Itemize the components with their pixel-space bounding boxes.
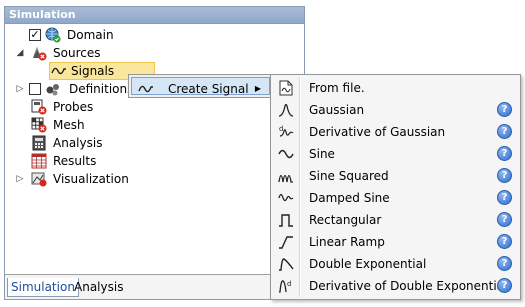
panel-tabs: Simulation Analysis [5, 274, 304, 299]
signal-wave-icon [51, 67, 66, 75]
menu-item-label: Sine [309, 147, 335, 161]
create-signal-submenu: From file. Gaussian ? d Derivative of Ga… [270, 74, 521, 300]
help-icon[interactable]: ? [497, 234, 512, 249]
tree-item-label: Probes [53, 100, 94, 114]
menu-item-derivative-gaussian[interactable]: d Derivative of Gaussian ? [273, 121, 518, 143]
svg-text:d: d [287, 280, 291, 288]
help-icon[interactable]: ? [497, 146, 512, 161]
tree-item-label: Mesh [53, 118, 85, 132]
menu-item-label: Linear Ramp [309, 235, 385, 249]
sine-icon [278, 149, 294, 159]
menu-item-damped-sine[interactable]: Damped Sine ? [273, 187, 518, 209]
collapsed-triangle-icon[interactable]: ▷ [15, 80, 25, 98]
tree-item-mesh[interactable]: Mesh [5, 116, 295, 134]
menu-item-label: Derivative of Gaussian [309, 125, 446, 139]
menu-item-from-file[interactable]: From file. [273, 77, 518, 99]
tree-item-label: Visualization [53, 172, 129, 186]
menu-item-label: Double Exponential [309, 257, 427, 271]
menu-item-sine[interactable]: Sine ? [273, 143, 518, 165]
tree-item-label: Sources [53, 46, 101, 60]
tree-item-visualization[interactable]: ▷ Visualization [5, 170, 295, 188]
menu-item-create-signal[interactable]: Create Signal ▶ [131, 77, 270, 96]
collapsed-triangle-icon[interactable]: ▷ [15, 170, 25, 188]
help-icon[interactable]: ? [497, 212, 512, 227]
help-icon[interactable]: ? [497, 190, 512, 205]
help-icon[interactable]: ? [497, 256, 512, 271]
file-signal-icon [279, 80, 293, 96]
tree-item-label: Analysis [53, 136, 103, 150]
menu-item-derivative-double-exponential[interactable]: d Derivative of Double Exponential ? [273, 275, 518, 297]
rectangular-pulse-icon [279, 214, 293, 227]
simulation-panel: Simulation ✓ Domain ◢ Sources Signals ▷ … [4, 6, 305, 300]
sine-squared-icon [278, 174, 293, 183]
derivative-double-exponential-icon: d [279, 280, 291, 293]
help-icon[interactable]: ? [497, 278, 512, 293]
damped-sine-icon [278, 193, 294, 202]
menu-item-label: Gaussian [309, 103, 365, 117]
derivative-gaussian-icon: d [279, 125, 294, 137]
help-icon[interactable]: ? [497, 124, 512, 139]
menu-item-label: Sine Squared [309, 169, 389, 183]
simulation-tree: ✓ Domain ◢ Sources Signals ▷ Definitions… [5, 24, 304, 275]
tree-item-analysis[interactable]: Analysis [5, 134, 295, 152]
sources-icon [33, 46, 47, 61]
menu-item-label: Derivative of Double Exponential [309, 279, 508, 293]
tree-item-label: Definitions [69, 82, 134, 96]
tab-analysis[interactable]: Analysis [71, 278, 126, 296]
tree-item-label: Domain [67, 28, 114, 42]
menu-item-rectangular[interactable]: Rectangular ? [273, 209, 518, 231]
probes-icon [31, 99, 47, 115]
tree-item-sources[interactable]: ◢ Sources [5, 44, 295, 62]
definitions-icon [46, 84, 59, 96]
tree-item-domain[interactable]: ✓ Domain [5, 26, 295, 44]
menu-item-sine-squared[interactable]: Sine Squared ? [273, 165, 518, 187]
submenu-arrow-icon: ▶ [254, 84, 261, 93]
tree-item-probes[interactable]: Probes [5, 98, 295, 116]
menu-item-label: Create Signal [168, 82, 249, 96]
tree-item-results[interactable]: Results [5, 152, 295, 170]
globe-icon [45, 27, 61, 43]
gaussian-icon [278, 103, 294, 117]
svg-text:d: d [279, 125, 283, 133]
tree-item-label: Results [53, 154, 97, 168]
tab-simulation[interactable]: Simulation [7, 278, 79, 297]
tree-item-label: Signals [71, 64, 115, 78]
menu-item-label: From file. [309, 81, 365, 95]
menu-item-gaussian[interactable]: Gaussian ? [273, 99, 518, 121]
help-icon[interactable]: ? [497, 168, 512, 183]
mesh-icon [31, 117, 47, 133]
calculator-icon [32, 135, 46, 151]
help-icon[interactable]: ? [497, 102, 512, 117]
context-menu: Create Signal ▶ [128, 74, 273, 98]
double-exponential-icon [279, 258, 294, 271]
panel-title: Simulation [5, 7, 304, 24]
results-table-icon [31, 153, 47, 169]
menu-item-label: Rectangular [309, 213, 382, 227]
menu-item-label: Damped Sine [309, 191, 390, 205]
menu-item-linear-ramp[interactable]: Linear Ramp ? [273, 231, 518, 253]
expanded-triangle-icon[interactable]: ◢ [15, 44, 25, 62]
menu-item-double-exponential[interactable]: Double Exponential ? [273, 253, 518, 275]
signal-wave-icon [138, 85, 153, 93]
domain-checkbox[interactable]: ✓ [29, 29, 41, 41]
visualization-icon [31, 172, 47, 187]
linear-ramp-icon [279, 236, 293, 249]
definitions-checkbox[interactable] [29, 83, 41, 95]
